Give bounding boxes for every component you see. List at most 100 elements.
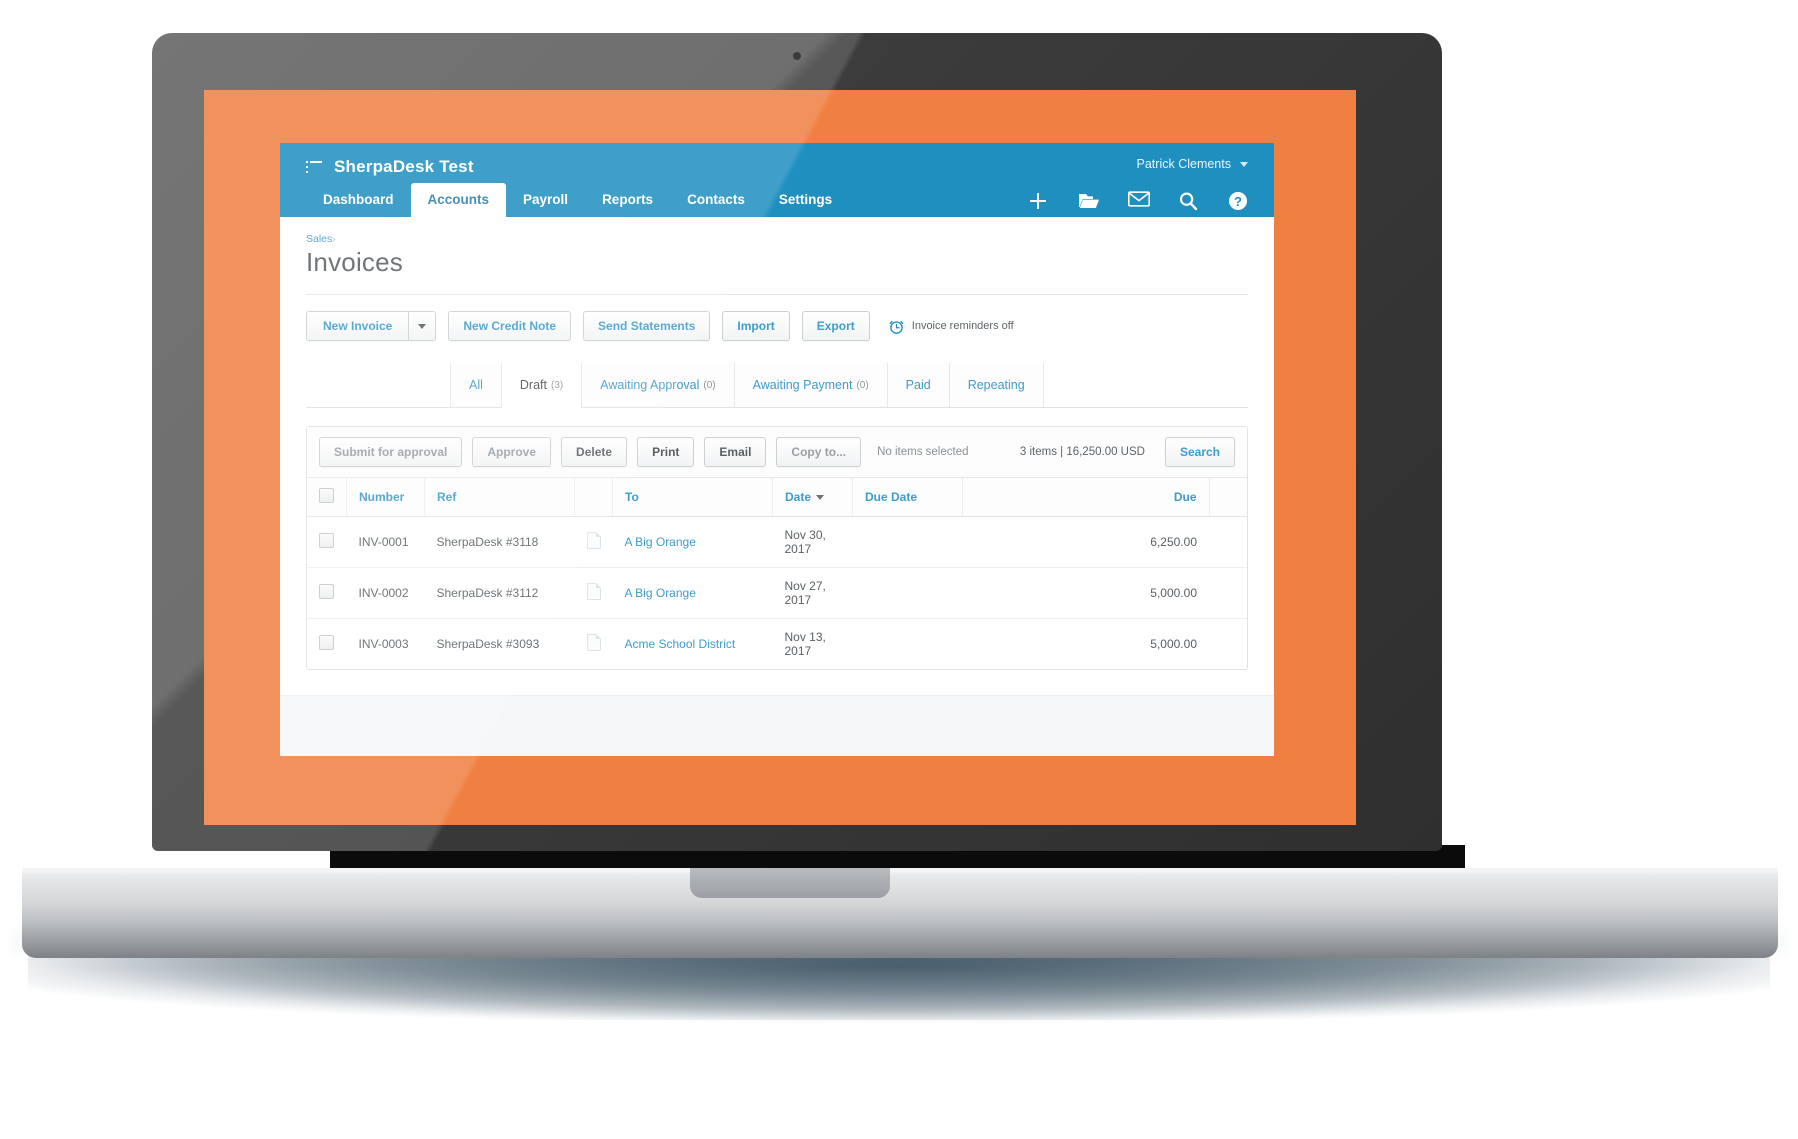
nav-tab-settings[interactable]: Settings: [762, 183, 849, 217]
page-content: Sales› Invoices New Invoice New Credit N…: [280, 217, 1274, 670]
cell-doc: [574, 567, 613, 619]
select-all-checkbox[interactable]: [319, 488, 334, 503]
brand-area[interactable]: SherpaDesk Test: [306, 157, 474, 177]
column-header-ref[interactable]: Ref: [424, 478, 575, 517]
search-button[interactable]: Search: [1164, 437, 1235, 467]
column-header-spacer: [1208, 478, 1247, 517]
table-row[interactable]: INV-0001 SherpaDesk #3118 A Big Orange N…: [307, 516, 1247, 568]
laptop-base-edge: [22, 868, 1778, 872]
contact-link[interactable]: A Big Orange: [625, 535, 696, 549]
app-topbar: SherpaDesk Test Patrick Clements Dashboa…: [280, 143, 1274, 217]
tab-repeating[interactable]: Repeating: [948, 363, 1044, 407]
column-header-due-date[interactable]: Due Date: [852, 478, 963, 517]
tab-label: Awaiting Approval: [600, 378, 700, 392]
print-button[interactable]: Print: [637, 437, 695, 467]
row-checkbox[interactable]: [319, 584, 334, 599]
breadcrumb-separator: ›: [332, 233, 336, 245]
web-app-window: SherpaDesk Test Patrick Clements Dashboa…: [280, 143, 1274, 756]
invoice-reminders-label: Invoice reminders off: [911, 320, 1014, 332]
row-select-cell[interactable]: [307, 516, 347, 568]
invoice-reminders-status[interactable]: Invoice reminders off: [888, 318, 1014, 335]
delete-button[interactable]: Delete: [561, 437, 628, 467]
help-icon[interactable]: ?: [1228, 191, 1248, 211]
tab-count: (0): [703, 379, 716, 391]
alarm-clock-icon: [888, 318, 905, 335]
cell-ref: SherpaDesk #3112: [424, 567, 575, 619]
select-all-header[interactable]: [307, 478, 347, 517]
envelope-icon[interactable]: [1128, 191, 1150, 211]
status-tabs: All Draft (3) Awaiting Approval (0) Awai…: [450, 363, 1248, 408]
folder-icon[interactable]: [1078, 191, 1099, 211]
row-select-cell[interactable]: [307, 567, 347, 619]
sort-desc-icon: [816, 495, 825, 501]
breadcrumb-parent[interactable]: Sales: [306, 233, 332, 245]
document-icon: [586, 634, 601, 651]
row-select-cell[interactable]: [307, 619, 347, 670]
breadcrumb[interactable]: Sales›: [306, 233, 1248, 245]
document-icon: [586, 583, 601, 600]
column-header-to[interactable]: To: [612, 478, 773, 517]
export-button[interactable]: Export: [801, 311, 870, 341]
tab-label: Draft: [519, 378, 547, 392]
email-button[interactable]: Email: [704, 437, 767, 467]
column-header-date-label: Date: [785, 490, 812, 504]
cell-number: INV-0003: [358, 637, 409, 651]
cell-spacer: [1209, 567, 1247, 619]
import-button[interactable]: Import: [722, 311, 790, 341]
status-tabs-row: All Draft (3) Awaiting Approval (0) Awai…: [306, 363, 1248, 408]
tab-awaiting-approval[interactable]: Awaiting Approval (0): [581, 363, 734, 407]
document-icon: [586, 532, 601, 549]
contact-link[interactable]: Acme School District: [625, 637, 736, 651]
nav-tab-dashboard[interactable]: Dashboard: [306, 183, 411, 217]
tab-draft[interactable]: Draft (3): [500, 363, 582, 408]
cell-date: Nov 27, 2017: [772, 567, 853, 619]
cell-number: INV-0002: [346, 567, 425, 619]
row-checkbox[interactable]: [319, 635, 334, 650]
search-icon[interactable]: [1178, 191, 1198, 211]
copy-to-button[interactable]: Copy to...: [776, 437, 862, 467]
column-header-date[interactable]: Date: [772, 478, 853, 517]
cell-number: INV-0001: [346, 516, 425, 568]
cell-due-date: [852, 516, 963, 568]
nav-tab-reports[interactable]: Reports: [585, 183, 670, 217]
cell-doc: [575, 619, 613, 670]
new-invoice-split-button[interactable]: New Invoice: [306, 311, 437, 341]
column-header-number[interactable]: Number: [346, 478, 425, 517]
nav-tab-accounts[interactable]: Accounts: [410, 183, 507, 217]
nav-tab-payroll[interactable]: Payroll: [506, 183, 585, 217]
tab-all[interactable]: All: [450, 363, 501, 407]
table-row[interactable]: INV-0003 SherpaDesk #3093 Acme School Di…: [307, 619, 1247, 670]
row-checkbox[interactable]: [319, 533, 334, 548]
send-statements-button[interactable]: Send Statements: [583, 311, 711, 341]
table-action-bar: Submit for approval Approve Delete Print…: [307, 427, 1247, 478]
user-menu[interactable]: Patrick Clements: [1137, 157, 1248, 171]
breadcrumb-wrap: Sales› Invoices: [280, 217, 1274, 278]
laptop-base: [22, 868, 1778, 958]
invoice-table-body: INV-0001 SherpaDesk #3118 A Big Orange N…: [307, 516, 1247, 670]
tab-label: Awaiting Payment: [752, 378, 853, 392]
column-header-due[interactable]: Due: [962, 478, 1209, 517]
cell-due: 5,000.00: [962, 567, 1209, 619]
chevron-down-icon: [418, 323, 427, 329]
webcam-dot: [793, 52, 801, 60]
new-invoice-button[interactable]: New Invoice: [306, 311, 409, 341]
tab-label: Paid: [905, 378, 931, 392]
tab-awaiting-payment[interactable]: Awaiting Payment (0): [733, 363, 887, 407]
new-invoice-dropdown-button[interactable]: [408, 311, 437, 341]
submit-for-approval-button[interactable]: Submit for approval: [319, 437, 463, 467]
nav-tab-contacts[interactable]: Contacts: [670, 183, 762, 217]
table-row[interactable]: INV-0002 SherpaDesk #3112 A Big Orange N…: [307, 567, 1247, 619]
cell-due-date: [853, 619, 963, 670]
tab-paid[interactable]: Paid: [886, 363, 949, 407]
contact-link[interactable]: A Big Orange: [625, 586, 696, 600]
cell-to[interactable]: Acme School District: [613, 619, 773, 670]
cell-to[interactable]: A Big Orange: [612, 567, 773, 619]
new-credit-note-button[interactable]: New Credit Note: [448, 311, 572, 341]
nav-tab-label: Dashboard: [323, 192, 394, 207]
cell-spacer: [1209, 619, 1247, 670]
hamburger-icon[interactable]: [306, 160, 322, 174]
plus-icon[interactable]: [1028, 191, 1048, 211]
nav-tab-label: Reports: [602, 192, 654, 207]
approve-button[interactable]: Approve: [472, 437, 552, 467]
cell-to[interactable]: A Big Orange: [612, 516, 773, 568]
